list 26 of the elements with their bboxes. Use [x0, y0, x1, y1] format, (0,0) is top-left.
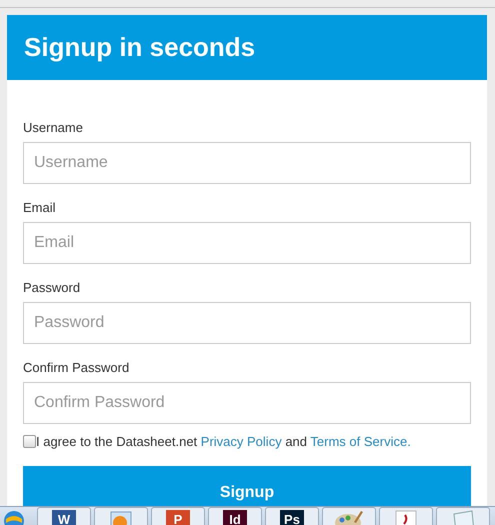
app-icon: W	[52, 510, 76, 525]
taskbar-button[interactable]: W	[37, 507, 91, 525]
field-label: Confirm Password	[23, 360, 130, 377]
app-icon: P	[166, 510, 190, 525]
taskbar-button[interactable]	[379, 507, 433, 525]
input-field[interactable]: Username	[23, 142, 471, 184]
taskbar-button[interactable]: Id	[208, 507, 262, 525]
terms-of-service-link[interactable]: Terms of Service.	[310, 434, 411, 448]
taskbar-button[interactable]	[94, 507, 148, 525]
field-label: Username	[23, 120, 84, 137]
field-label: Email	[23, 200, 57, 217]
app-icon: Ps	[280, 510, 304, 525]
app-icon: Id	[223, 510, 247, 525]
taskbar-button[interactable]	[322, 507, 376, 525]
agreement-text: I agree to the Datasheet.net Privacy Policy and Terms of Service.	[36, 434, 411, 448]
taskbar-button[interactable]: Ps	[265, 507, 319, 525]
signup-button[interactable]: Signup	[23, 466, 471, 506]
checkbox[interactable]	[23, 434, 36, 448]
form-title: Signup in seconds	[24, 32, 256, 63]
taskbar-button[interactable]: P	[151, 507, 205, 525]
field-label: Password	[23, 280, 82, 297]
input-field[interactable]: Email	[23, 222, 471, 264]
privacy-policy-link[interactable]: Privacy Policy	[200, 434, 282, 448]
input-field[interactable]: Confirm Password	[23, 382, 471, 424]
taskbar-button[interactable]	[436, 507, 490, 525]
input-field[interactable]: Password	[23, 302, 471, 344]
